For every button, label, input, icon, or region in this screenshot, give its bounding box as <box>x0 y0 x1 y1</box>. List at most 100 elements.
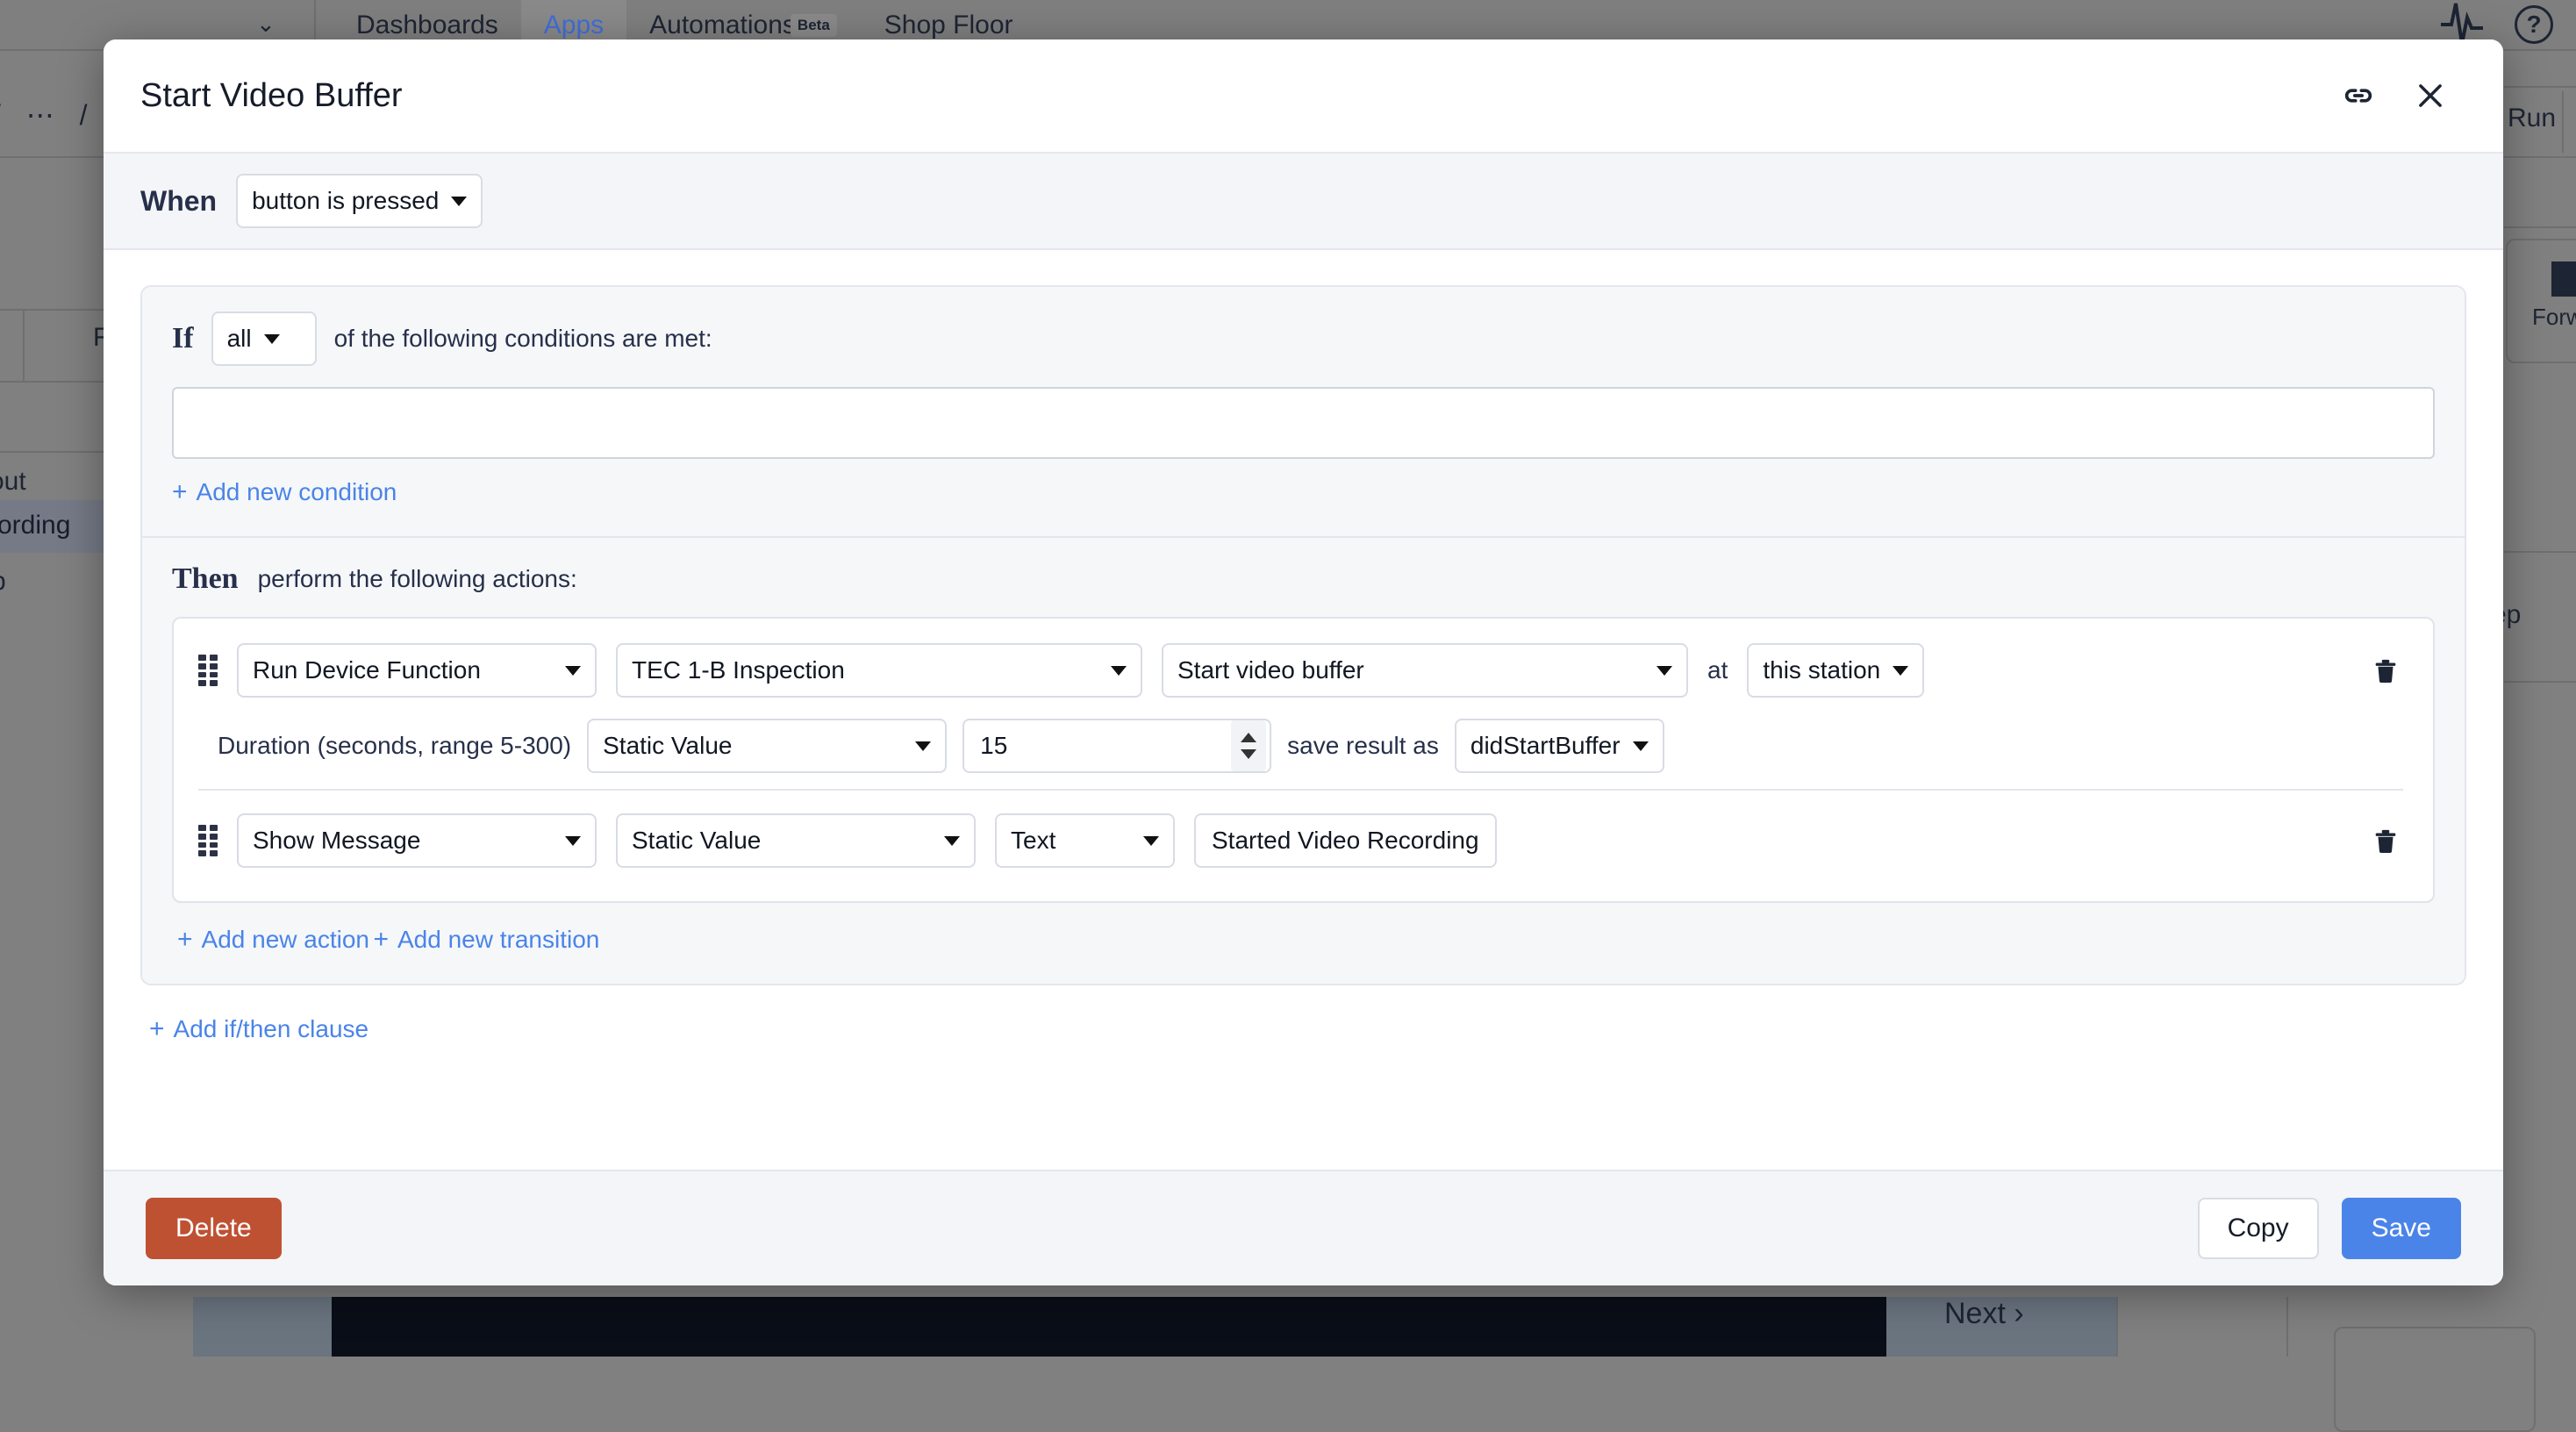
save-variable-select[interactable]: didStartBuffer <box>1455 719 1664 773</box>
page-title: Start Video Buffer <box>140 77 2340 115</box>
message-content-type-value: Text <box>1011 827 1055 855</box>
run-button[interactable]: Run <box>2508 104 2556 133</box>
plus-icon: + <box>149 1016 165 1042</box>
drag-handle-icon[interactable] <box>198 825 218 856</box>
out-label: out <box>0 467 26 497</box>
action-row: Run Device Function TEC 1-B Inspection S… <box>198 643 2403 698</box>
action-type-value: Run Device Function <box>253 656 481 684</box>
add-action-label: Add new action <box>202 926 369 954</box>
chevron-down-icon <box>915 741 931 751</box>
right-divider-2 <box>2504 156 2576 158</box>
duration-label: Duration (seconds, range 5-300) <box>218 732 571 760</box>
close-icon[interactable] <box>2412 77 2449 114</box>
action-station-value: this station <box>1763 656 1880 684</box>
drag-handle-icon[interactable] <box>198 655 218 686</box>
nav-badge-beta: Beta <box>791 14 837 37</box>
then-head: Then perform the following actions: <box>172 562 2435 596</box>
right-divider-4 <box>2504 551 2576 553</box>
next-button[interactable]: Next › <box>1944 1297 2024 1331</box>
stepper-up-icon[interactable] <box>1241 733 1256 742</box>
modal-footer: Delete Copy Save <box>104 1170 2503 1285</box>
left-divider-3 <box>0 381 104 383</box>
action-param-row: Duration (seconds, range 5-300) Static V… <box>198 719 2403 773</box>
then-keyword: Then <box>172 562 239 596</box>
forward-label: Forw <box>2532 304 2576 331</box>
footer-right-actions: Copy Save <box>2198 1198 2461 1259</box>
nav-chevron-down-icon[interactable]: ⌄ <box>256 11 275 38</box>
action-device-value: TEC 1-B Inspection <box>632 656 845 684</box>
message-text-value: Started Video Recording <box>1212 827 1479 855</box>
if-row: If all of the following conditions are m… <box>172 311 2435 366</box>
breadcrumb: / ⋯ / <box>0 98 97 132</box>
right-divider-1 <box>2504 86 2576 88</box>
add-transition-button[interactable]: + Add new transition <box>373 926 599 954</box>
forward-tool-panel[interactable] <box>2506 239 2576 363</box>
save-result-label: save result as <box>1287 732 1439 760</box>
action-item: Show Message Static Value Text <box>198 789 2403 884</box>
actions-list: Run Device Function TEC 1-B Inspection S… <box>172 617 2435 903</box>
add-transition-label: Add new transition <box>397 926 599 954</box>
duration-mode-select[interactable]: Static Value <box>587 719 947 773</box>
conditions-empty-box[interactable] <box>172 387 2435 459</box>
add-action-button[interactable]: + Add new action <box>177 926 369 954</box>
p-label: p <box>0 567 6 597</box>
chevron-down-icon <box>1143 836 1159 846</box>
then-description: perform the following actions: <box>258 565 577 593</box>
trigger-select-value: button is pressed <box>252 187 439 215</box>
add-if-then-clause-button[interactable]: + Add if/then clause <box>149 1015 369 1043</box>
plus-icon: + <box>172 479 188 505</box>
action-item: Run Device Function TEC 1-B Inspection S… <box>198 631 2403 789</box>
trigger-select[interactable]: button is pressed <box>236 174 483 228</box>
add-condition-button[interactable]: + Add new condition <box>172 478 397 506</box>
message-mode-select[interactable]: Static Value <box>616 813 976 868</box>
left-cell-divider <box>23 309 25 381</box>
stepper-down-icon[interactable] <box>1241 749 1256 759</box>
message-mode-value: Static Value <box>632 827 761 855</box>
message-text-input[interactable]: Started Video Recording <box>1194 813 1497 868</box>
chevron-down-icon <box>1657 666 1672 676</box>
plus-icon: + <box>177 927 193 953</box>
left-rail-pane <box>193 1297 332 1357</box>
delete-action-icon[interactable] <box>2368 651 2403 690</box>
if-description: of the following conditions are met: <box>334 325 712 353</box>
action-device-select[interactable]: TEC 1-B Inspection <box>616 643 1142 698</box>
forward-icon <box>2551 261 2576 297</box>
bottom-divider-1 <box>2116 1297 2118 1357</box>
link-icon[interactable] <box>2340 77 2377 114</box>
duration-value: 15 <box>980 732 1231 760</box>
when-label: When <box>140 185 217 218</box>
recording-label: cording <box>0 511 70 541</box>
add-condition-label: Add new condition <box>197 478 397 506</box>
help-icon[interactable]: ? <box>2515 5 2553 44</box>
save-button[interactable]: Save <box>2342 1198 2461 1259</box>
chevron-down-icon <box>565 836 581 846</box>
if-section: If all of the following conditions are m… <box>142 287 2465 538</box>
plus-icon: + <box>373 927 389 953</box>
duration-input[interactable]: 15 <box>962 719 1271 773</box>
chevron-down-icon <box>451 197 467 206</box>
automation-editor-modal: Start Video Buffer When button is presse… <box>104 39 2503 1285</box>
match-type-select[interactable]: all <box>211 311 317 366</box>
modal-body[interactable]: If all of the following conditions are m… <box>104 250 2503 1170</box>
if-then-clause: If all of the following conditions are m… <box>140 285 2466 985</box>
left-divider-4 <box>0 451 104 453</box>
right-divider-5 <box>2504 681 2576 683</box>
delete-button[interactable]: Delete <box>146 1198 282 1259</box>
quantity-stepper[interactable] <box>1231 720 1266 771</box>
bottom-divider-2 <box>2286 1297 2288 1357</box>
action-function-select[interactable]: Start video buffer <box>1162 643 1688 698</box>
save-variable-value: didStartBuffer <box>1470 732 1621 760</box>
then-section: Then perform the following actions: Run … <box>142 538 2465 984</box>
delete-action-icon[interactable] <box>2368 821 2403 860</box>
action-row: Show Message Static Value Text <box>198 813 2403 868</box>
left-divider-1 <box>0 156 104 158</box>
duration-mode-value: Static Value <box>603 732 732 760</box>
action-station-select[interactable]: this station <box>1747 643 1924 698</box>
at-label: at <box>1707 656 1728 684</box>
copy-button[interactable]: Copy <box>2198 1198 2319 1259</box>
action-type-select[interactable]: Run Device Function <box>237 643 597 698</box>
action-type-select[interactable]: Show Message <box>237 813 597 868</box>
action-type-value: Show Message <box>253 827 420 855</box>
message-content-type-select[interactable]: Text <box>995 813 1175 868</box>
chevron-down-icon <box>944 836 960 846</box>
